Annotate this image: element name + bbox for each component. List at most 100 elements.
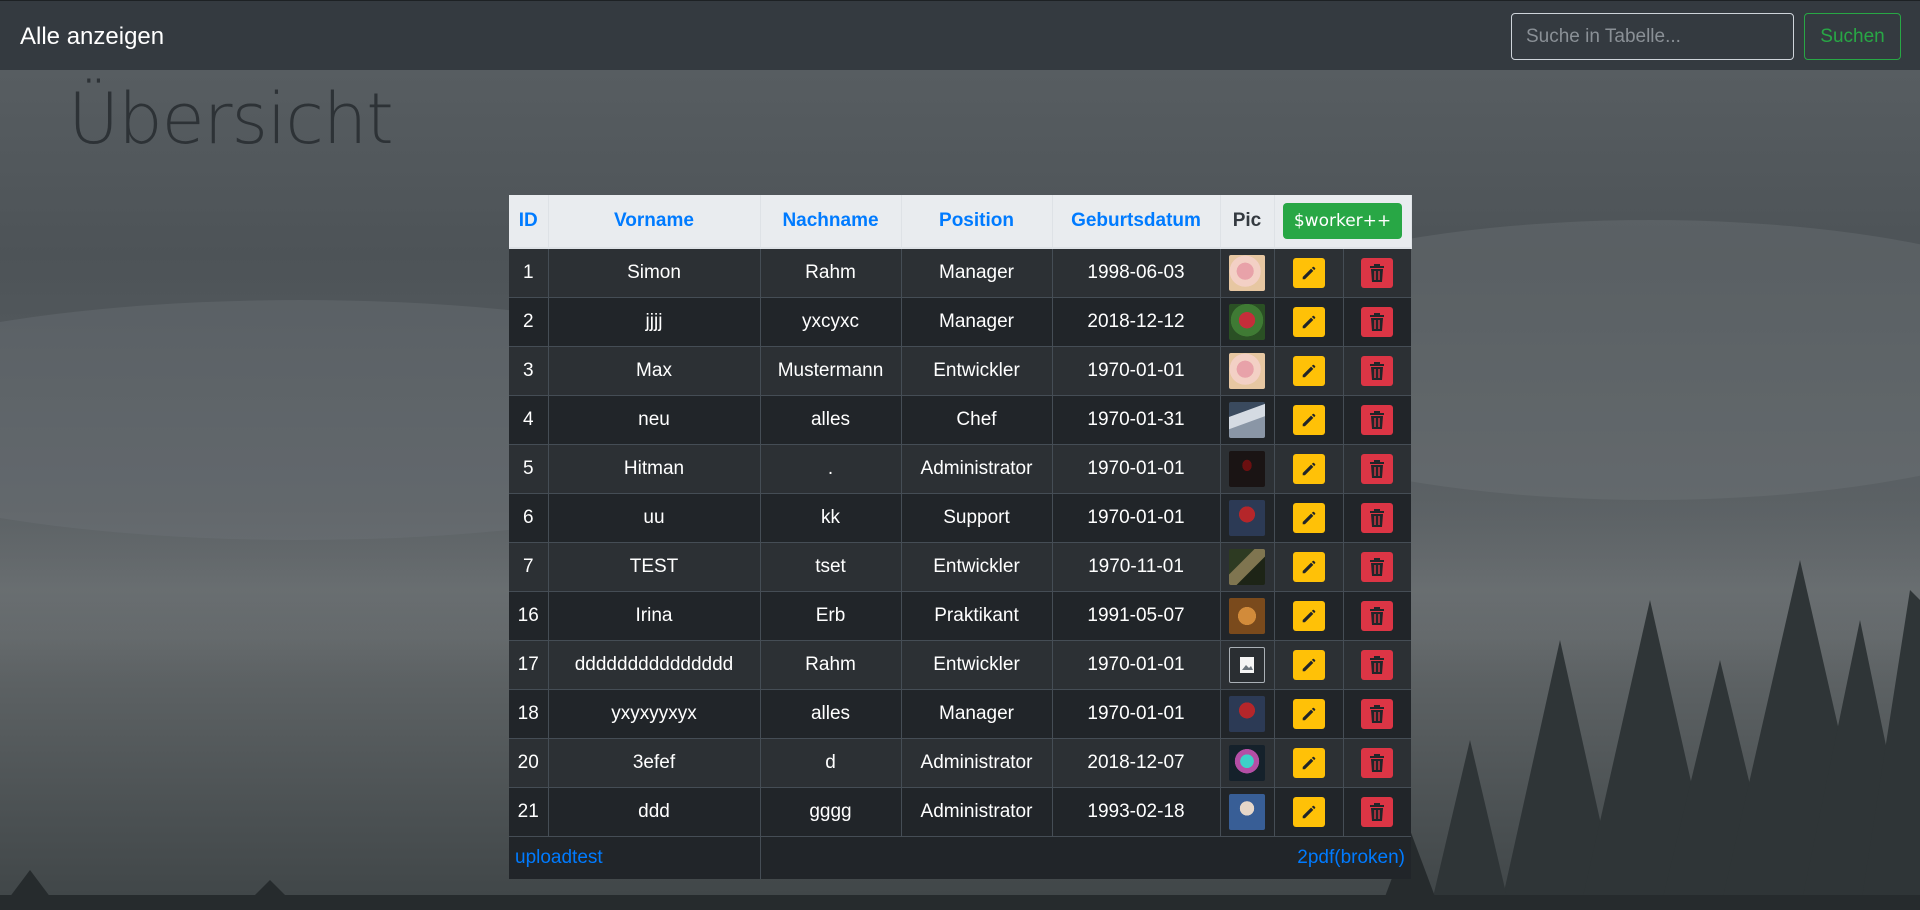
column-header-nachname[interactable]: Nachname [760,195,902,249]
delete-button[interactable] [1361,650,1394,680]
footer-right-cell: 2pdf(broken) [760,836,1412,879]
cell-position: Manager [901,689,1053,739]
column-header-vorname[interactable]: Vorname [548,195,761,249]
edit-button[interactable] [1292,748,1325,778]
trash-icon [1369,509,1385,527]
employee-thumbnail [1229,794,1265,830]
cell-nachname: Rahm [760,640,902,690]
add-worker-button[interactable]: $worker++ [1282,203,1403,239]
cell-position: Praktikant [901,591,1053,641]
cell-vorname: Simon [548,247,761,298]
employee-thumbnail [1229,451,1265,487]
trash-icon [1369,313,1385,331]
edit-button[interactable] [1292,601,1325,631]
edit-button[interactable] [1292,405,1325,435]
cell-geburtsdatum: 1991-05-07 [1052,591,1221,641]
cell-id: 3 [509,346,549,396]
table-row: 2 jjjj yxcyxc Manager 2018-12-12 [509,297,1412,347]
sort-vorname-link[interactable]: Vorname [614,210,694,231]
cell-position: Manager [901,247,1053,298]
cell-geburtsdatum: 1970-01-01 [1052,640,1221,690]
search-button[interactable]: Suchen [1804,13,1901,60]
column-header-position[interactable]: Position [901,195,1053,249]
cell-pic [1220,787,1275,837]
employee-thumbnail [1229,402,1265,438]
employee-thumbnail [1229,647,1265,683]
pencil-icon [1300,803,1318,821]
cell-geburtsdatum: 2018-12-12 [1052,297,1221,347]
cell-vorname: Hitman [548,444,761,494]
show-all-link[interactable]: Alle anzeigen [20,23,164,51]
delete-button[interactable] [1361,552,1394,582]
edit-button[interactable] [1292,454,1325,484]
cell-delete [1343,493,1412,543]
table-row: 1 Simon Rahm Manager 1998-06-03 [509,247,1412,298]
upload-test-link[interactable]: uploadtest [515,847,603,868]
cell-geburtsdatum: 1970-01-01 [1052,493,1221,543]
cell-geburtsdatum: 1970-01-31 [1052,395,1221,445]
cell-geburtsdatum: 2018-12-07 [1052,738,1221,788]
cell-id: 18 [509,689,549,739]
column-header-id[interactable]: ID [509,195,549,249]
edit-button[interactable] [1292,307,1325,337]
cell-delete [1343,640,1412,690]
edit-button[interactable] [1292,503,1325,533]
cell-delete [1343,689,1412,739]
cell-vorname: TEST [548,542,761,592]
table-row: 5 Hitman. Administrator 1970-01-01 [509,444,1412,494]
cell-geburtsdatum: 1993-02-18 [1052,787,1221,837]
cell-delete [1343,297,1412,347]
table-row: 7 TEST tset Entwickler 1970-11-01 [509,542,1412,592]
pencil-icon [1300,411,1318,429]
table-row: 17 ddddddddddddddd Rahm Entwickler 1970-01-0… [509,640,1412,690]
delete-button[interactable] [1361,258,1394,288]
table-search-input[interactable] [1511,13,1794,60]
delete-button[interactable] [1361,454,1394,484]
delete-button[interactable] [1361,503,1394,533]
cell-edit [1274,640,1344,690]
cell-id: 17 [509,640,549,690]
sort-id-link[interactable]: ID [519,210,538,231]
edit-button[interactable] [1292,797,1325,827]
delete-button[interactable] [1361,699,1394,729]
pencil-icon [1300,509,1318,527]
pencil-icon [1300,264,1318,282]
delete-button[interactable] [1361,601,1394,631]
delete-button[interactable] [1361,307,1394,337]
cell-position: Administrator [901,738,1053,788]
delete-button[interactable] [1361,356,1394,386]
table-body: 1 Simon Rahm Manager 1998-06-03 2 jjjj yxcyxc Ma… [509,247,1412,837]
cell-pic [1220,493,1275,543]
table-row: 6 uu kk Support 1970-01-01 [509,493,1412,543]
edit-button[interactable] [1292,699,1325,729]
cell-vorname: Irina [548,591,761,641]
cell-id: 5 [509,444,549,494]
cell-delete [1343,787,1412,837]
edit-button[interactable] [1292,552,1325,582]
delete-button[interactable] [1361,405,1394,435]
column-header-geburtsdatum[interactable]: Geburtsdatum [1052,195,1221,249]
cell-vorname: jjjj [548,297,761,347]
trash-icon [1369,264,1385,282]
cell-position: Support [901,493,1053,543]
delete-button[interactable] [1361,797,1394,827]
sort-position-link[interactable]: Position [939,210,1014,231]
cell-delete [1343,247,1412,298]
cell-delete [1343,738,1412,788]
cell-nachname: alles [760,689,902,739]
cell-edit [1274,689,1344,739]
edit-button[interactable] [1292,650,1325,680]
sort-geburtsdatum-link[interactable]: Geburtsdatum [1071,210,1201,231]
cell-delete [1343,591,1412,641]
cell-delete [1343,346,1412,396]
delete-button[interactable] [1361,748,1394,778]
pencil-icon [1300,313,1318,331]
edit-button[interactable] [1292,356,1325,386]
employee-thumbnail [1229,304,1265,340]
edit-button[interactable] [1292,258,1325,288]
cell-delete [1343,542,1412,592]
export-pdf-link[interactable]: 2pdf(broken) [1297,847,1405,868]
cell-position: Administrator [901,787,1053,837]
footer-left-cell: uploadtest [509,836,761,879]
sort-nachname-link[interactable]: Nachname [782,210,878,231]
